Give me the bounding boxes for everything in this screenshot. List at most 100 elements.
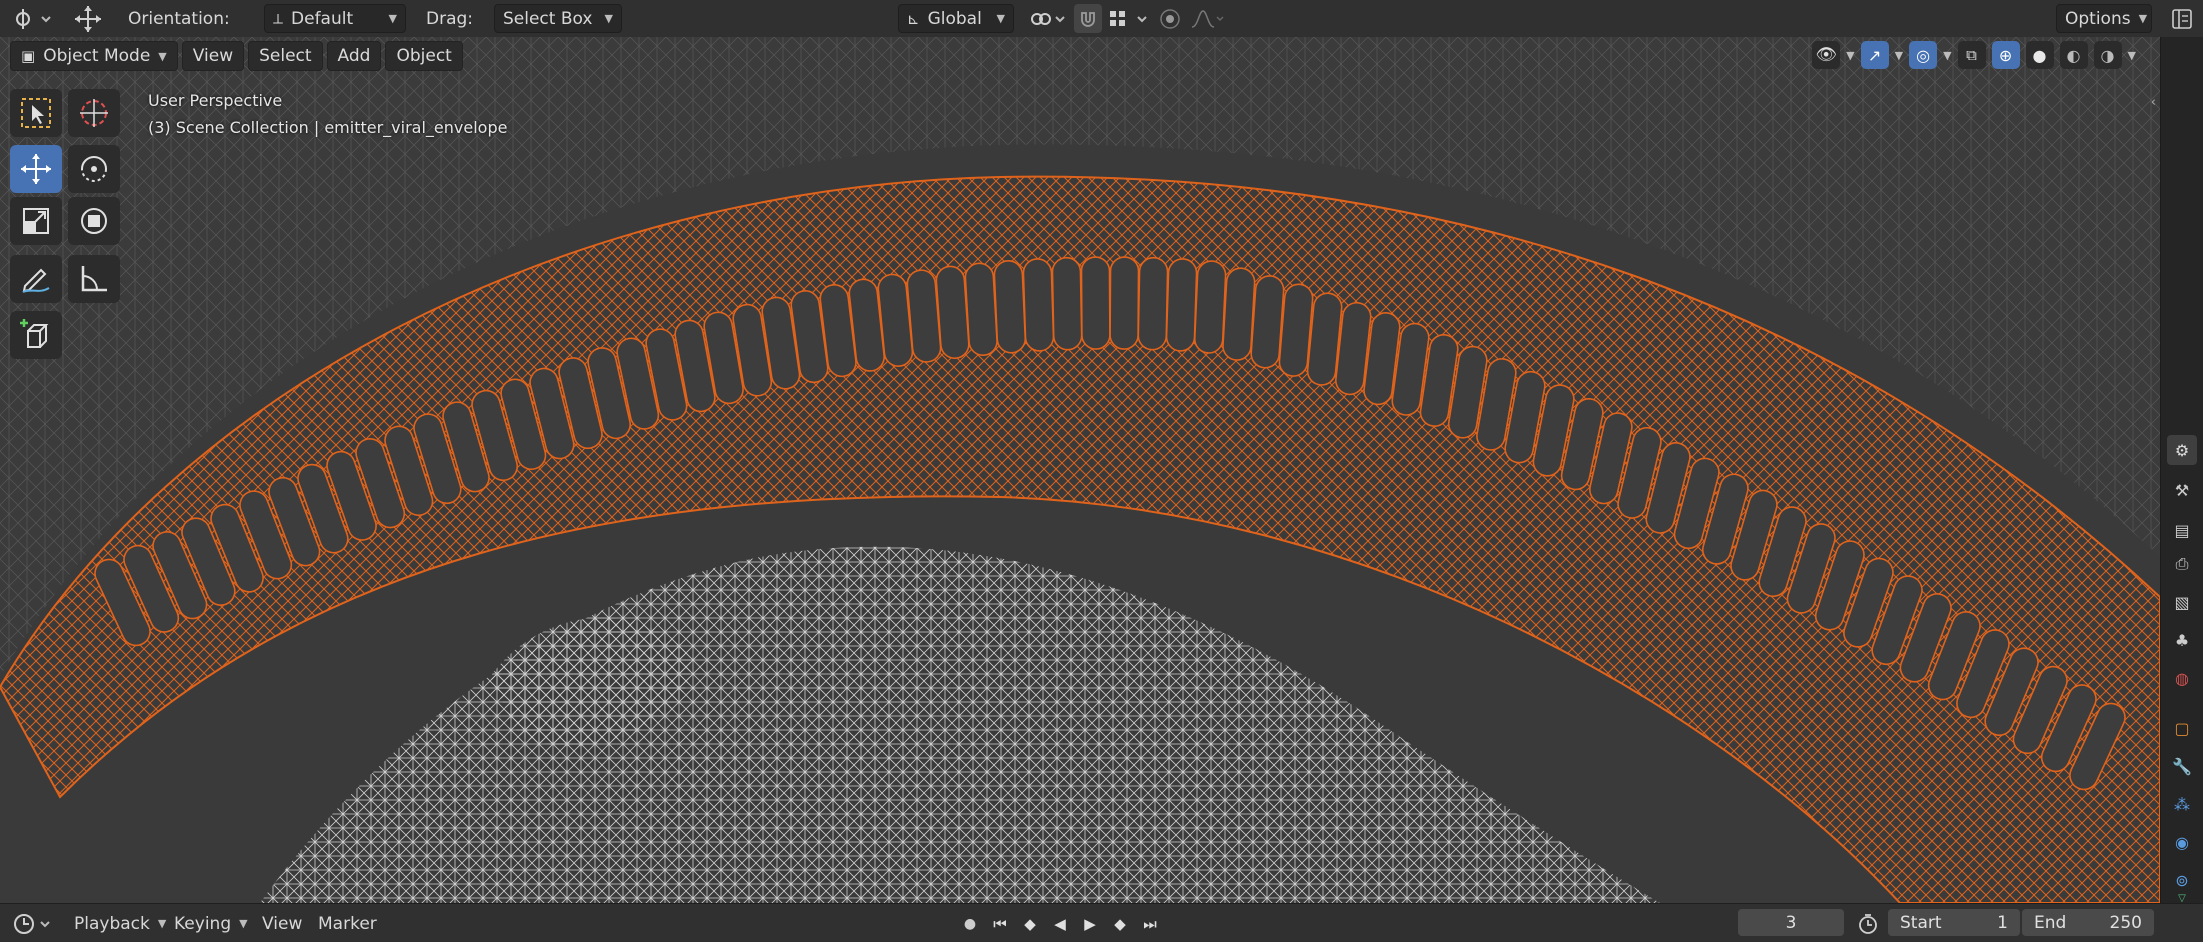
move-tool[interactable] [10, 145, 62, 193]
add-menu[interactable]: Add [326, 41, 382, 71]
chevron-down-icon: ▼ [157, 917, 167, 930]
envelope-spike [1080, 256, 1111, 350]
playback-menu[interactable]: Playback ▼ [74, 909, 166, 938]
tab-scene[interactable]: ♣ [2167, 625, 2197, 655]
gizmo-toggle[interactable]: ↗ [1860, 41, 1889, 69]
tab-data[interactable]: ▽ [2167, 893, 2197, 904]
material-shading-button[interactable]: ◐ [2059, 41, 2088, 69]
wireframe-sphere-icon: ⊕ [1998, 45, 2013, 65]
transform-orientation-dropdown[interactable]: ⊾ Global ▼ [898, 4, 1014, 33]
envelope-spike [1165, 258, 1198, 352]
wireframe-shading-button[interactable]: ⊕ [1991, 41, 2020, 69]
options-dropdown[interactable]: Options ▼ [2056, 4, 2152, 33]
constraint-icon: ⊚ [2175, 870, 2189, 890]
next-keyframe-button[interactable]: ◆ [1108, 912, 1132, 936]
tab-tool[interactable]: ⚙ [2167, 435, 2197, 465]
timeline-view-menu[interactable]: View [262, 909, 302, 938]
chevron-down-icon: ▼ [996, 12, 1005, 25]
wireframe-scene[interactable] [0, 37, 2160, 903]
select-menu[interactable]: Select [248, 41, 323, 71]
envelope-spike [935, 265, 970, 360]
tab-render[interactable]: ▤ [2167, 515, 2197, 545]
tab-world[interactable]: ◍ [2167, 663, 2197, 693]
move-arrows-icon [75, 5, 101, 32]
object-mode-dropdown[interactable]: ▣ Object Mode ▼ [10, 41, 178, 71]
current-frame-field[interactable]: 3 [1738, 909, 1844, 936]
jump-end-button[interactable]: ⏭ [1138, 912, 1162, 936]
eye-icon: 👁 [1815, 45, 1837, 65]
overlays-toggle[interactable]: ◎ [1909, 41, 1938, 69]
tab-tool-settings[interactable]: ⚒ [2167, 475, 2197, 505]
object-menu[interactable]: Object [385, 41, 463, 71]
rendered-shading-button[interactable]: ◑ [2093, 41, 2122, 69]
playback-controls: ● ⏮ ◆ ◀ ▶ ◆ ⏭ [958, 909, 1162, 938]
material-sphere-icon: ◐ [2066, 45, 2081, 65]
sidebar-toggle-button[interactable] [2166, 4, 2198, 33]
transform-pivot-button[interactable] [70, 4, 106, 33]
play-reverse-button[interactable]: ◀ [1048, 912, 1072, 936]
snap-grid-icon [1110, 10, 1147, 26]
chevron-down-icon[interactable]: ▼ [1846, 49, 1854, 62]
snap-target-button[interactable] [1106, 4, 1152, 33]
printer-icon: ⎙ [2175, 554, 2189, 573]
annotate-tool[interactable] [10, 255, 62, 303]
object-square-icon: ▢ [2174, 718, 2190, 738]
tab-particles[interactable]: ⁂ [2167, 789, 2197, 819]
jump-start-button[interactable]: ⏮ [988, 912, 1012, 936]
orientation-dropdown[interactable]: ⟂ Default ▼ [264, 4, 406, 33]
chevron-down-icon[interactable]: ▼ [1943, 49, 1951, 62]
timeline-editor-type[interactable] [10, 909, 56, 938]
wrench-icon: 🔧 [2172, 756, 2192, 776]
pivot-link-icon [1031, 12, 1065, 25]
orientation-label: Orientation: [128, 8, 230, 29]
tab-modifiers[interactable]: 🔧 [2167, 751, 2197, 781]
solid-shading-button[interactable]: ● [2025, 41, 2054, 69]
jump-end-icon: ⏭ [1143, 914, 1157, 933]
xray-toggle[interactable]: ⧉ [1957, 41, 1986, 69]
play-reverse-icon: ◀ [1054, 914, 1066, 933]
falloff-button[interactable] [1188, 4, 1228, 33]
properties-tab-strip: ⚙ ⚒ ▤ ⎙ ▧ ♣ ◍ ▢ 🔧 ⁂ ◉ ⊚ ▽ [2160, 37, 2203, 904]
panel-list-icon [2172, 8, 2192, 29]
sidebar-collapse-arrow[interactable]: ‹ [2151, 95, 2156, 110]
stopwatch-icon [1859, 913, 1877, 934]
start-frame-field[interactable]: Start 1 [1888, 909, 2020, 936]
preview-range-toggle[interactable] [1854, 909, 1882, 938]
measure-tool[interactable] [68, 255, 120, 303]
transform-tool[interactable] [68, 197, 120, 245]
view-menu[interactable]: View [181, 41, 245, 71]
3d-viewport[interactable]: ▣ Object Mode ▼ View Select Add Object U… [0, 37, 2160, 903]
cursor-tool[interactable] [68, 89, 120, 137]
tab-physics[interactable]: ◉ [2167, 827, 2197, 857]
record-button[interactable]: ● [958, 912, 982, 936]
drag-dropdown[interactable]: Select Box ▼ [494, 4, 622, 33]
start-label: Start [1900, 912, 1942, 933]
tab-view-layer[interactable]: ▧ [2167, 587, 2197, 617]
proportional-edit-button[interactable] [1156, 4, 1184, 33]
rotate-tool[interactable] [68, 145, 120, 193]
tab-object[interactable]: ▢ [2167, 713, 2197, 743]
snap-toggle-button[interactable] [1074, 4, 1102, 33]
select-box-tool[interactable] [10, 89, 62, 137]
magnet-icon [1081, 11, 1095, 27]
orientation-value: Default [291, 8, 354, 29]
end-frame-field[interactable]: End 250 [2022, 909, 2154, 936]
scale-tool[interactable] [10, 197, 62, 245]
tab-constraints[interactable]: ⊚ [2167, 865, 2197, 895]
tab-output[interactable]: ⎙ [2167, 549, 2197, 579]
pivot-point-button[interactable] [1026, 4, 1070, 33]
chevron-down-icon[interactable]: ▼ [2128, 49, 2136, 62]
end-value: 250 [2109, 912, 2142, 933]
keying-menu[interactable]: Keying ▼ [174, 909, 248, 938]
chevron-down-icon: ▼ [158, 49, 167, 63]
prev-keyframe-button[interactable]: ◆ [1018, 912, 1042, 936]
select-box-icon [21, 98, 51, 128]
chevron-down-icon[interactable]: ▼ [1895, 49, 1903, 62]
tool-settings-icon: ⚙ [2174, 440, 2190, 460]
marker-menu[interactable]: Marker [318, 909, 377, 938]
editor-type-button[interactable] [8, 4, 56, 33]
add-cube-tool[interactable] [10, 311, 62, 359]
play-button[interactable]: ▶ [1078, 912, 1102, 936]
viewport-header: ▣ Object Mode ▼ View Select Add Object [10, 41, 463, 71]
visibility-toggle[interactable]: 👁 [1812, 41, 1841, 69]
